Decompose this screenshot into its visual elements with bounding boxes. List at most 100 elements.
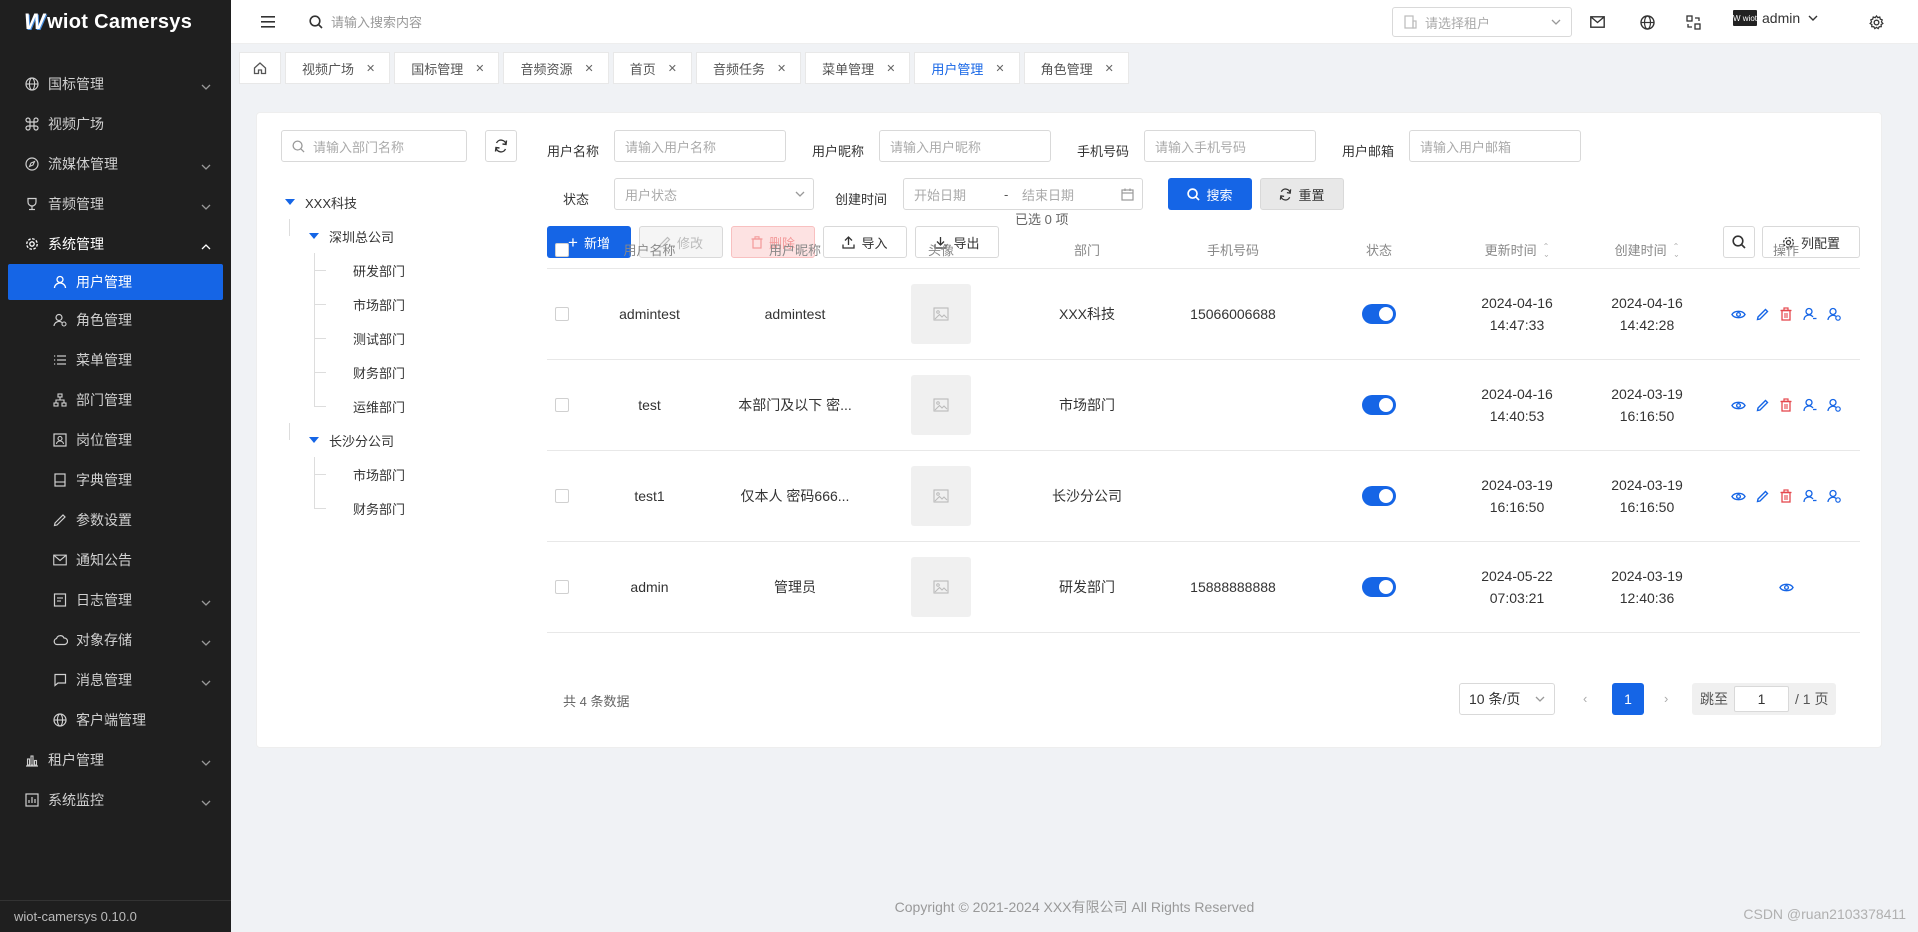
next-page-button[interactable]: › — [1664, 691, 1668, 706]
tenant-select[interactable]: 请选择租户 — [1392, 7, 1572, 37]
tree-node-root[interactable]: XXX科技 — [281, 185, 501, 219]
tree-node-leaf[interactable]: 财务部门 — [281, 355, 501, 389]
status-toggle[interactable] — [1362, 304, 1396, 324]
tab-home[interactable] — [239, 52, 281, 84]
sort-icon[interactable]: ⌃ ⌃ — [1673, 242, 1680, 258]
sidebar-item[interactable]: 视频广场 — [0, 104, 231, 144]
tree-node-leaf[interactable]: 测试部门 — [281, 321, 501, 355]
tree-node-leaf[interactable]: 研发部门 — [281, 253, 501, 287]
tab-5[interactable]: 音频任务 ✕ — [695, 52, 802, 84]
sidebar-item[interactable]: 对象存储 — [0, 620, 231, 660]
row-checkbox[interactable] — [555, 580, 569, 594]
row-checkbox[interactable] — [555, 398, 569, 412]
sidebar-item[interactable]: 部门管理 — [0, 380, 231, 420]
status-toggle[interactable] — [1362, 577, 1396, 597]
close-icon[interactable]: ✕ — [475, 62, 484, 75]
status-filter-select[interactable]: 用户状态 — [614, 178, 814, 210]
tree-node-leaf[interactable]: 财务部门 — [281, 491, 501, 525]
delete-icon[interactable] — [1779, 489, 1794, 504]
assign-role-icon[interactable] — [1803, 489, 1818, 504]
sidebar-item[interactable]: 消息管理 — [0, 660, 231, 700]
view-icon[interactable] — [1778, 580, 1794, 595]
edit-icon[interactable] — [1755, 307, 1770, 322]
tab-2[interactable]: 国标管理 ✕ — [394, 52, 500, 84]
view-icon[interactable] — [1730, 307, 1746, 322]
layout-switch-icon[interactable] — [1684, 13, 1702, 31]
sidebar-item[interactable]: 岗位管理 — [0, 420, 231, 460]
menu-toggle-icon[interactable] — [261, 15, 297, 29]
delete-icon[interactable] — [1779, 307, 1794, 322]
user-menu[interactable]: W wiot admin — [1733, 10, 1818, 26]
avatar[interactable] — [911, 466, 971, 526]
row-checkbox[interactable] — [555, 307, 569, 321]
sidebar-item[interactable]: 音频管理 — [0, 184, 231, 224]
tab-8[interactable]: 角色管理 ✕ — [1023, 52, 1129, 84]
status-toggle[interactable] — [1362, 486, 1396, 506]
page-1-button[interactable]: 1 — [1612, 683, 1644, 715]
prev-page-button[interactable]: ‹ — [1583, 691, 1587, 706]
tab-4[interactable]: 首页 ✕ — [612, 52, 692, 84]
tree-node-leaf[interactable]: 市场部门 — [281, 457, 501, 491]
assign-role-icon[interactable] — [1803, 307, 1818, 322]
created-date-range[interactable]: 开始日期 - 结束日期 — [903, 178, 1143, 210]
edit-icon[interactable] — [1755, 489, 1770, 504]
global-search[interactable]: 请输入搜索内容 — [309, 12, 422, 31]
avatar[interactable] — [911, 375, 971, 435]
assign-role-icon[interactable] — [1803, 398, 1818, 413]
sort-icon[interactable]: ⌃ ⌃ — [1543, 242, 1550, 258]
close-icon[interactable]: ✕ — [995, 62, 1004, 75]
close-icon[interactable]: ✕ — [366, 62, 375, 75]
view-icon[interactable] — [1730, 489, 1746, 504]
close-icon[interactable]: ✕ — [1105, 62, 1114, 75]
sidebar-item[interactable]: 流媒体管理 — [0, 144, 231, 184]
email-filter-input[interactable]: 请输入用户邮箱 — [1409, 130, 1581, 162]
jump-page-input[interactable]: 1 — [1734, 686, 1789, 712]
select-all-checkbox[interactable] — [555, 242, 569, 257]
avatar[interactable] — [911, 557, 971, 617]
tree-node-leaf[interactable]: 市场部门 — [281, 287, 501, 321]
row-checkbox[interactable] — [555, 489, 569, 503]
nickname-filter-input[interactable]: 请输入用户昵称 — [879, 130, 1051, 162]
sidebar-item[interactable]: 国标管理 — [0, 64, 231, 104]
close-icon[interactable]: ✕ — [584, 62, 593, 75]
close-icon[interactable]: ✕ — [777, 62, 786, 75]
sidebar-item[interactable]: 日志管理 — [0, 580, 231, 620]
tab-3[interactable]: 音频资源 ✕ — [503, 52, 609, 84]
caret-down-icon[interactable] — [309, 437, 319, 443]
search-button[interactable]: 搜索 — [1168, 178, 1252, 210]
sidebar-item[interactable]: 租户管理 — [0, 740, 231, 780]
mail-icon[interactable] — [1588, 13, 1606, 31]
close-icon[interactable]: ✕ — [886, 62, 895, 75]
username-filter-input[interactable]: 请输入用户名称 — [614, 130, 786, 162]
phone-filter-input[interactable]: 请输入手机号码 — [1144, 130, 1316, 162]
sidebar-item[interactable]: 参数设置 — [0, 500, 231, 540]
edit-icon[interactable] — [1755, 398, 1770, 413]
language-icon[interactable] — [1638, 13, 1656, 31]
tree-refresh-button[interactable] — [485, 130, 517, 162]
sidebar-item[interactable]: 通知公告 — [0, 540, 231, 580]
sidebar-item[interactable]: 字典管理 — [0, 460, 231, 500]
dept-search-input[interactable]: 请输入部门名称 — [281, 130, 467, 162]
tree-node-leaf[interactable]: 运维部门 — [281, 389, 501, 423]
settings-icon[interactable] — [1867, 13, 1885, 31]
close-icon[interactable]: ✕ — [668, 62, 677, 75]
tree-node-branch[interactable]: 深圳总公司 — [281, 219, 501, 253]
tree-node-branch[interactable]: 长沙分公司 — [281, 423, 501, 457]
reset-password-icon[interactable] — [1827, 307, 1842, 322]
reset-password-icon[interactable] — [1827, 398, 1842, 413]
sidebar-item[interactable]: 角色管理 — [0, 300, 231, 340]
avatar[interactable] — [911, 284, 971, 344]
reset-password-icon[interactable] — [1827, 489, 1842, 504]
tab-6[interactable]: 菜单管理 ✕ — [805, 52, 911, 84]
sidebar-item[interactable]: 客户端管理 — [0, 700, 231, 740]
caret-down-icon[interactable] — [285, 199, 295, 205]
sidebar-item[interactable]: 用户管理 — [8, 264, 223, 300]
tab-7[interactable]: 用户管理 ✕ — [914, 52, 1020, 84]
status-toggle[interactable] — [1362, 395, 1396, 415]
app-logo[interactable]: W wiot Camersys — [0, 0, 231, 44]
sidebar-item[interactable]: 系统监控 — [0, 780, 231, 820]
sidebar-item[interactable]: 菜单管理 — [0, 340, 231, 380]
page-size-select[interactable]: 10 条/页 — [1459, 683, 1555, 715]
reset-button[interactable]: 重置 — [1260, 178, 1344, 210]
tab-1[interactable]: 视频广场 ✕ — [285, 52, 391, 84]
